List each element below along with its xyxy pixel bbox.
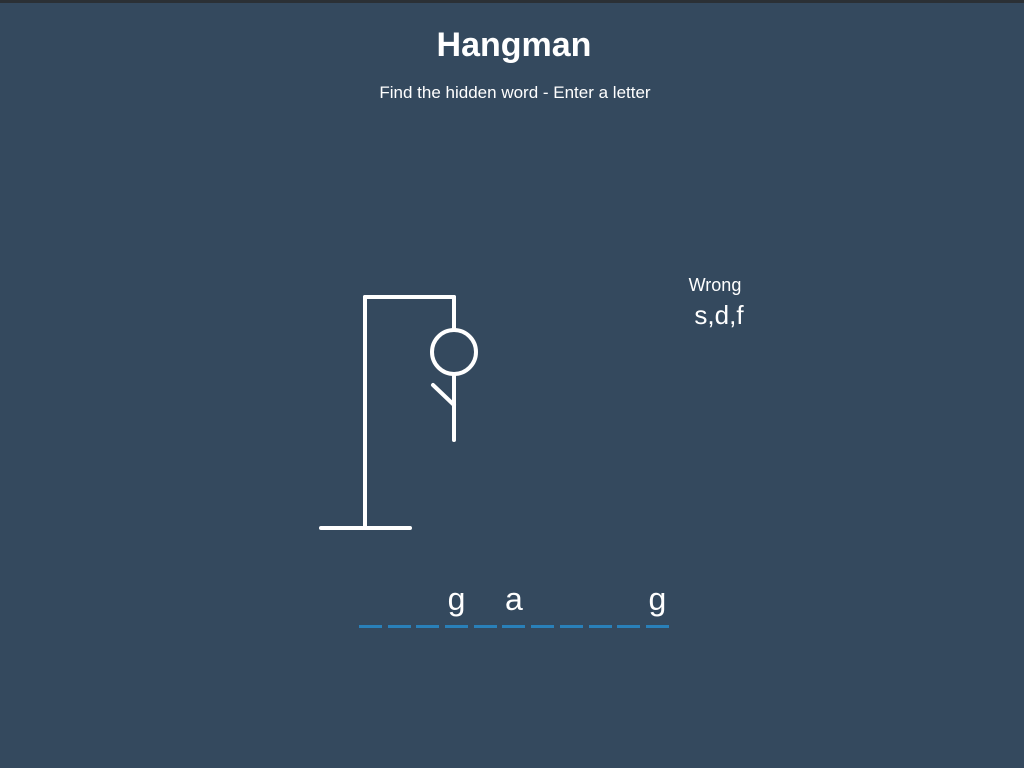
wrong-label: Wrong: [688, 275, 742, 295]
letter-slot: [387, 578, 411, 628]
left-arm: [431, 383, 456, 407]
letter-slot: a: [502, 578, 526, 628]
letter-slot: [588, 578, 612, 628]
hidden-word: gag: [359, 578, 669, 628]
hanged-man: [430, 328, 478, 442]
letter-slot: [559, 578, 583, 628]
letter-slot: [359, 578, 382, 628]
letter-slot: [531, 578, 555, 628]
letter-slot: [473, 578, 497, 628]
letter-slot: [416, 578, 440, 628]
wrong-letters-panel: Wrong s,d,f: [675, 273, 755, 333]
gallows: [319, 295, 456, 530]
head: [430, 328, 478, 376]
wrong-letters-list: s,d,f: [694, 300, 744, 330]
letter-slot: g: [445, 578, 469, 628]
letter-slot: [617, 578, 641, 628]
hangman-figure: [319, 295, 478, 530]
letter-slot: g: [645, 578, 669, 628]
